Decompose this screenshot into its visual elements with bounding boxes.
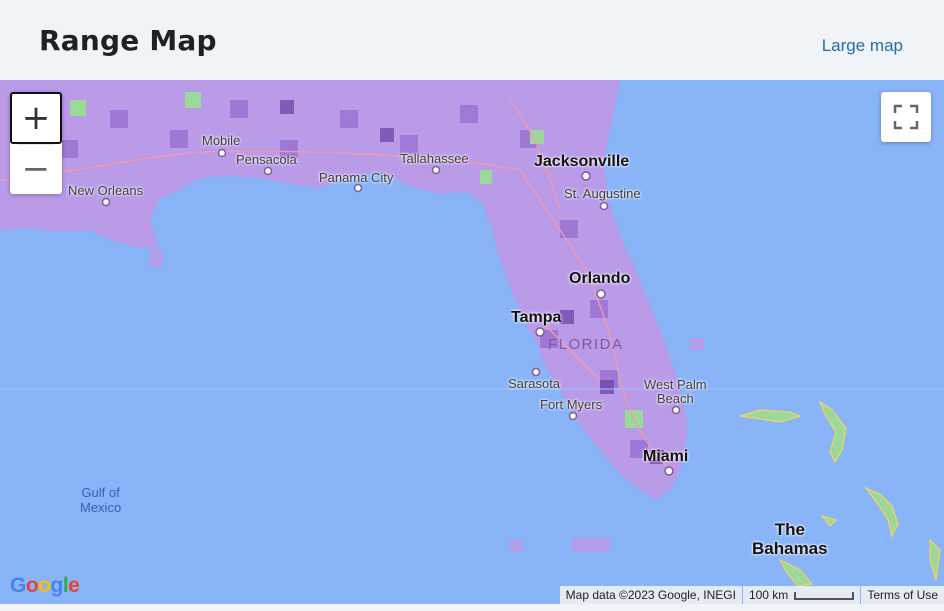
scale-bar (794, 591, 855, 600)
city-label-orlando: Orlando (569, 270, 631, 287)
google-logo[interactable]: Google (10, 574, 80, 598)
city-label-sarasota: Sarasota (508, 376, 561, 391)
fullscreen-icon (893, 104, 919, 130)
water-label-gulf-of-mexico: Gulf of Mexico (80, 485, 122, 515)
city-label-pensacola: Pensacola (236, 152, 297, 167)
map-canvas[interactable]: Mobile Pensacola New Orleans Tallahassee… (0, 80, 944, 604)
city-label-mobile: Mobile (202, 133, 241, 148)
zoom-in-button[interactable]: + (10, 92, 62, 144)
range-map-panel: Range Map Large map Mobile Pensacola New… (0, 0, 944, 611)
city-label-miami: Miami (643, 448, 689, 465)
city-label-tallahassee: Tallahassee (400, 151, 469, 166)
city-label-tampa: Tampa (511, 309, 562, 326)
city-label-new-orleans: New Orleans (68, 183, 144, 198)
page-title: Range Map (39, 24, 217, 57)
terms-of-use-link[interactable]: Terms of Use (861, 586, 944, 604)
header: Range Map Large map (0, 0, 944, 80)
state-label-florida: FLORIDA (548, 336, 624, 353)
city-label-fort-myers: Fort Myers (540, 397, 603, 412)
fullscreen-button[interactable] (881, 92, 931, 142)
city-label-st-augustine: St. Augustine (564, 186, 641, 201)
country-label-bahamas: The Bahamas (752, 520, 828, 558)
city-label-panama-city: Panama City (319, 170, 394, 185)
city-label-west-palm-beach: West Palm Beach (644, 377, 707, 406)
city-label-jacksonville: Jacksonville (534, 153, 630, 170)
scale-control[interactable]: 100 km (742, 586, 861, 604)
scale-label: 100 km (748, 588, 789, 602)
map-footer: Map data ©2023 Google, INEGI 100 km Term… (559, 586, 944, 604)
large-map-link[interactable]: Large map (822, 36, 903, 56)
zoom-out-button[interactable]: − (10, 144, 62, 194)
map-data-attribution[interactable]: Map data ©2023 Google, INEGI (559, 586, 742, 604)
zoom-control: + − (10, 92, 62, 194)
